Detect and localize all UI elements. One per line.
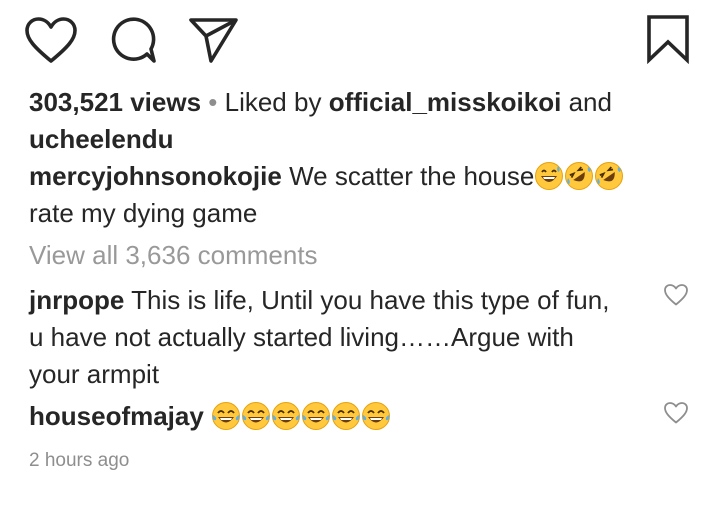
- bookmark-icon[interactable]: [644, 14, 692, 64]
- separator-dot: •: [201, 87, 225, 117]
- tears-of-joy-emoji-icon: [331, 401, 361, 431]
- tears-of-joy-emoji-icon: [241, 401, 271, 431]
- caption-username[interactable]: mercyjohnsonokojie: [29, 161, 282, 191]
- liked-by-and: and: [561, 87, 612, 117]
- comment-username[interactable]: jnrpope: [29, 285, 124, 315]
- tears-of-joy-emoji-icon: [301, 401, 331, 431]
- post-action-bar: [0, 0, 720, 80]
- caption-text: rate my dying game: [29, 198, 258, 228]
- comment-like-heart-icon[interactable]: [663, 401, 689, 430]
- liked-by-user-link[interactable]: ucheelendu: [29, 124, 173, 154]
- comment-like-heart-icon[interactable]: [663, 283, 689, 312]
- views-count[interactable]: 303,521 views: [29, 87, 201, 117]
- comment-bubble-icon[interactable]: [107, 16, 159, 66]
- comment-item: houseofmajay: [29, 398, 629, 435]
- paper-plane-icon[interactable]: [188, 16, 240, 66]
- view-all-comments-link[interactable]: View all 3,636 comments: [29, 240, 318, 271]
- post-caption: mercyjohnsonokojie We scatter the house: [29, 158, 700, 232]
- post-timestamp: 2 hours ago: [29, 450, 130, 471]
- rofl-emoji-icon: [564, 161, 594, 191]
- tears-of-joy-emoji-icon: [361, 401, 391, 431]
- tears-of-joy-emoji-icon: [211, 401, 241, 431]
- likes-summary: 303,521 views • Liked by official_missko…: [29, 84, 700, 158]
- grinning-sweat-emoji-icon: [534, 161, 564, 191]
- comment-item: jnrpope This is life, Until you have thi…: [29, 282, 629, 393]
- rofl-emoji-icon: [594, 161, 624, 191]
- liked-by-prefix: Liked by: [224, 87, 329, 117]
- tears-of-joy-emoji-icon: [271, 401, 301, 431]
- comment-text: [204, 401, 211, 431]
- liked-by-user-link[interactable]: official_misskoikoi: [329, 87, 562, 117]
- caption-text: We scatter the house: [281, 161, 535, 191]
- comment-username[interactable]: houseofmajay: [29, 401, 204, 431]
- heart-outline-icon[interactable]: [24, 16, 78, 66]
